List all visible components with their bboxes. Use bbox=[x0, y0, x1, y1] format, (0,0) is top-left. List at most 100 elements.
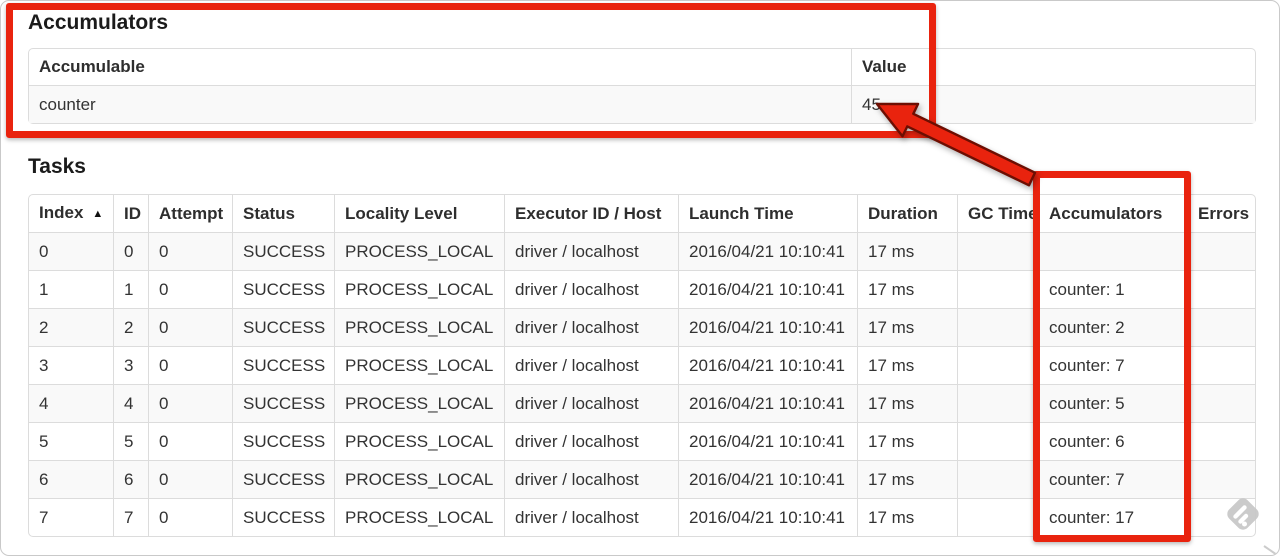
task-cell: 0 bbox=[29, 232, 113, 270]
task-cell: 7 bbox=[113, 498, 148, 536]
task-row: 5 5 0 SUCCESS PROCESS_LOCAL driver / localhos… bbox=[29, 422, 1255, 460]
task-cell: driver / localhost bbox=[504, 232, 678, 270]
task-cell: SUCCESS bbox=[232, 308, 334, 346]
task-cell: 3 bbox=[113, 346, 148, 384]
task-cell: 0 bbox=[148, 422, 232, 460]
task-row: 2 2 0 SUCCESS PROCESS_LOCAL driver / localhos… bbox=[29, 308, 1255, 346]
task-cell bbox=[1038, 232, 1187, 270]
col-header-attempt[interactable]: Attempt bbox=[148, 195, 232, 232]
task-cell: 5 bbox=[29, 422, 113, 460]
col-header-duration[interactable]: Duration bbox=[857, 195, 957, 232]
task-cell: SUCCESS bbox=[232, 384, 334, 422]
task-cell: counter: 5 bbox=[1038, 384, 1187, 422]
col-header-accumulable[interactable]: Accumulable bbox=[29, 49, 851, 85]
task-cell: 6 bbox=[29, 460, 113, 498]
task-cell bbox=[1187, 460, 1255, 498]
task-cell: PROCESS_LOCAL bbox=[334, 384, 504, 422]
task-cell: 2016/04/21 10:10:41 bbox=[678, 346, 857, 384]
task-cell: 3 bbox=[29, 346, 113, 384]
task-cell: 17 ms bbox=[857, 460, 957, 498]
task-cell: SUCCESS bbox=[232, 232, 334, 270]
task-row: 7 7 0 SUCCESS PROCESS_LOCAL driver / localhos… bbox=[29, 498, 1255, 536]
col-header-launch-time[interactable]: Launch Time bbox=[678, 195, 857, 232]
task-cell: 2016/04/21 10:10:41 bbox=[678, 498, 857, 536]
col-header-executor-id-host[interactable]: Executor ID / Host bbox=[504, 195, 678, 232]
accumulator-row: counter 45 bbox=[29, 85, 1255, 123]
col-header-index[interactable]: Index ▲ bbox=[29, 195, 113, 232]
task-cell: 17 ms bbox=[857, 498, 957, 536]
task-cell: 4 bbox=[29, 384, 113, 422]
col-header-status[interactable]: Status bbox=[232, 195, 334, 232]
task-cell: 4 bbox=[113, 384, 148, 422]
task-cell: 17 ms bbox=[857, 270, 957, 308]
accumulable-value-cell: 45 bbox=[851, 85, 1255, 123]
task-row: 6 6 0 SUCCESS PROCESS_LOCAL driver / localhos… bbox=[29, 460, 1255, 498]
task-cell: driver / localhost bbox=[504, 270, 678, 308]
task-cell: 0 bbox=[113, 232, 148, 270]
task-cell: 1 bbox=[29, 270, 113, 308]
task-cell: 2016/04/21 10:10:41 bbox=[678, 460, 857, 498]
task-cell: 17 ms bbox=[857, 346, 957, 384]
task-cell bbox=[1187, 308, 1255, 346]
task-cell: SUCCESS bbox=[232, 270, 334, 308]
task-cell bbox=[1187, 270, 1255, 308]
task-cell: 0 bbox=[148, 384, 232, 422]
task-cell bbox=[1187, 346, 1255, 384]
task-cell bbox=[957, 422, 1038, 460]
col-header-index-label: Index bbox=[39, 203, 84, 222]
task-cell: 0 bbox=[148, 498, 232, 536]
task-cell bbox=[1187, 422, 1255, 460]
task-cell: 0 bbox=[148, 232, 232, 270]
col-header-gc-time[interactable]: GC Time bbox=[957, 195, 1038, 232]
task-cell bbox=[957, 460, 1038, 498]
col-header-locality-level[interactable]: Locality Level bbox=[334, 195, 504, 232]
task-cell: driver / localhost bbox=[504, 498, 678, 536]
task-row: 4 4 0 SUCCESS PROCESS_LOCAL driver / localhos… bbox=[29, 384, 1255, 422]
task-cell: 1 bbox=[113, 270, 148, 308]
task-cell bbox=[957, 308, 1038, 346]
task-cell bbox=[957, 232, 1038, 270]
task-cell: driver / localhost bbox=[504, 384, 678, 422]
task-cell bbox=[957, 346, 1038, 384]
task-cell: PROCESS_LOCAL bbox=[334, 232, 504, 270]
task-row: 0 0 0 SUCCESS PROCESS_LOCAL driver / localhos… bbox=[29, 232, 1255, 270]
task-cell: 0 bbox=[148, 308, 232, 346]
task-cell: 2 bbox=[29, 308, 113, 346]
col-header-accumulators[interactable]: Accumulators bbox=[1038, 195, 1187, 232]
corner-mark-icon bbox=[1263, 545, 1279, 555]
task-cell: 0 bbox=[148, 460, 232, 498]
task-cell bbox=[1187, 232, 1255, 270]
task-cell: 2016/04/21 10:10:41 bbox=[678, 232, 857, 270]
task-cell: PROCESS_LOCAL bbox=[334, 498, 504, 536]
accumulators-table: Accumulable Value counter 45 bbox=[28, 48, 1256, 124]
col-header-errors[interactable]: Errors bbox=[1187, 195, 1255, 232]
task-cell: driver / localhost bbox=[504, 308, 678, 346]
col-header-id[interactable]: ID bbox=[113, 195, 148, 232]
task-cell bbox=[1187, 498, 1255, 536]
task-cell bbox=[1187, 384, 1255, 422]
task-cell: counter: 7 bbox=[1038, 460, 1187, 498]
tasks-table-body: 0 0 0 SUCCESS PROCESS_LOCAL driver / localhos… bbox=[29, 232, 1255, 536]
accumulators-section-title: Accumulators bbox=[28, 11, 169, 34]
task-cell: counter: 7 bbox=[1038, 346, 1187, 384]
task-cell: 2016/04/21 10:10:41 bbox=[678, 270, 857, 308]
task-cell: SUCCESS bbox=[232, 422, 334, 460]
task-cell: SUCCESS bbox=[232, 346, 334, 384]
col-header-value[interactable]: Value bbox=[851, 49, 1255, 85]
task-cell: PROCESS_LOCAL bbox=[334, 308, 504, 346]
task-cell: 17 ms bbox=[857, 384, 957, 422]
task-cell: PROCESS_LOCAL bbox=[334, 346, 504, 384]
task-cell: 7 bbox=[29, 498, 113, 536]
task-cell: counter: 2 bbox=[1038, 308, 1187, 346]
page-content: Accumulators Accumulable Value counter 4… bbox=[1, 1, 1279, 537]
task-cell: counter: 6 bbox=[1038, 422, 1187, 460]
task-cell: 6 bbox=[113, 460, 148, 498]
task-cell: PROCESS_LOCAL bbox=[334, 422, 504, 460]
task-cell: 5 bbox=[113, 422, 148, 460]
task-cell: 2016/04/21 10:10:41 bbox=[678, 384, 857, 422]
task-cell bbox=[957, 384, 1038, 422]
task-cell bbox=[957, 498, 1038, 536]
task-cell: driver / localhost bbox=[504, 460, 678, 498]
task-cell: SUCCESS bbox=[232, 498, 334, 536]
task-cell: 17 ms bbox=[857, 308, 957, 346]
